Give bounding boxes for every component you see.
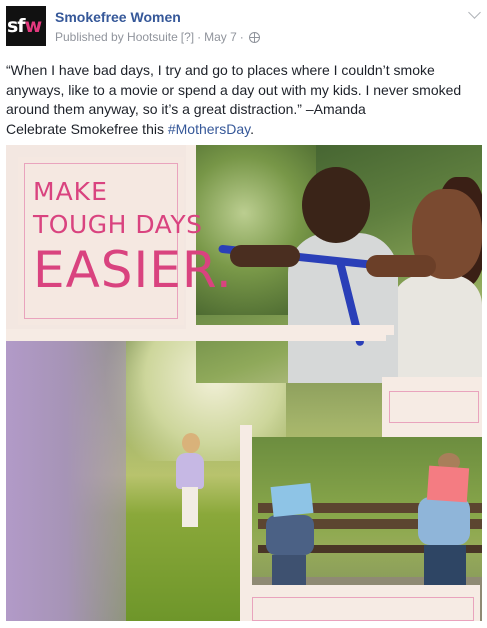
help-link[interactable]: [?]	[181, 30, 194, 44]
photo-child-reading	[266, 515, 314, 555]
headline-line-3: EASIER.	[33, 241, 233, 299]
collage-pink-border	[252, 597, 474, 621]
photo-child-legs	[272, 555, 306, 585]
post-celebrate-line: Celebrate Smokefree this #MothersDay.	[6, 120, 482, 140]
photo-boy-arm	[230, 245, 300, 267]
post-body: “When I have bad days, I try and go to p…	[6, 62, 462, 117]
post-image[interactable]: MAKE TOUGH DAYS EASIER.	[6, 145, 482, 621]
photo-girl-head	[182, 433, 200, 453]
collage-frame	[194, 325, 394, 335]
meta-separator: ·	[197, 30, 202, 44]
post-text: “When I have bad days, I try and go to p…	[6, 61, 482, 139]
post-meta: Published by Hootsuite [?] · May 7 ·	[55, 30, 260, 44]
photo-boy-head	[302, 167, 370, 243]
collage-pink-border	[389, 391, 479, 423]
headline-card: MAKE TOUGH DAYS EASIER.	[18, 157, 232, 325]
celebrate-text: Celebrate Smokefree this	[6, 120, 168, 137]
photo-red-book	[426, 465, 470, 503]
photo-blurred-mother	[6, 341, 126, 621]
globe-icon[interactable]	[248, 31, 260, 43]
celebrate-suffix: .	[250, 120, 254, 137]
hashtag-link[interactable]: #MothersDay	[168, 121, 250, 137]
avatar-letters: sf	[7, 15, 26, 37]
published-by: Published by Hootsuite	[55, 30, 178, 44]
photo-blue-book	[270, 482, 314, 518]
photo-woman-arm	[366, 255, 436, 277]
page-name-link[interactable]: Smokefree Women	[55, 9, 181, 25]
headline-line-1: MAKE	[33, 177, 108, 206]
photo-mother-reading	[418, 497, 470, 545]
page-avatar[interactable]: sfw	[6, 6, 46, 46]
photo-girl-dress	[176, 453, 204, 489]
meta-separator-2: ·	[239, 30, 244, 44]
photo-mother-son-bike	[196, 145, 482, 383]
photo-woman-shirt	[392, 275, 482, 383]
photo-mother-legs	[424, 545, 466, 589]
chevron-down-icon[interactable]	[468, 6, 481, 19]
photo-girl-legs	[182, 487, 198, 527]
headline: MAKE TOUGH DAYS EASIER.	[33, 179, 233, 295]
avatar-accent-letter: w	[24, 15, 43, 37]
post-date-link[interactable]: May 7	[204, 30, 237, 44]
headline-line-2: TOUGH DAYS	[33, 210, 203, 239]
